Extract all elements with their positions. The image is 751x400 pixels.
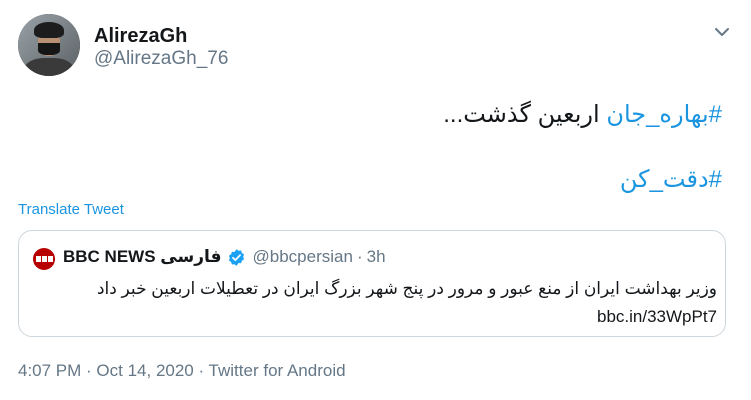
tweet-line-1: #بهاره_جان اربعین گذشت... [443,100,722,129]
translate-tweet-link[interactable]: Translate Tweet [18,201,124,218]
bbc-logo [33,248,55,270]
avatar[interactable] [18,14,80,76]
tweet-text: اربعین گذشت... [443,101,607,128]
quoted-author-handle[interactable]: @bbcpersian [253,247,353,267]
separator-dot: · [356,247,363,266]
author-handle[interactable]: @AlirezaGh_76 [94,48,228,70]
avatar-body [24,58,74,76]
quoted-tweet-time[interactable]: 3h [367,247,386,267]
verified-badge-icon [228,248,244,266]
tweet-line-2: #دقت_کن [620,165,722,194]
quoted-author-name[interactable]: BBC NEWS فارسی [63,247,222,267]
hashtag-link[interactable]: #دقت_کن [620,166,722,193]
hashtag-link[interactable]: #بهاره_جان [606,101,722,128]
author-display-name[interactable]: AlirezaGh [94,25,187,48]
quoted-tweet-card[interactable]: BBC NEWS فارسی @bbcpersian · 3h وزیر بهد… [18,230,726,337]
tweet-timestamp-source[interactable]: 4:07 PM · Oct 14, 2020 · Twitter for And… [18,361,346,381]
quoted-tweet-text: وزیر بهداشت ایران از منع عبور و مرور در … [96,279,717,298]
avatar-hair [34,22,64,38]
quoted-tweet-header: BBC NEWS فارسی @bbcpersian · 3h [63,247,386,267]
quoted-tweet-link[interactable]: bbc.in/33WpPt7 [597,307,717,327]
chevron-down-icon[interactable] [712,22,732,42]
avatar-mask [38,43,60,55]
